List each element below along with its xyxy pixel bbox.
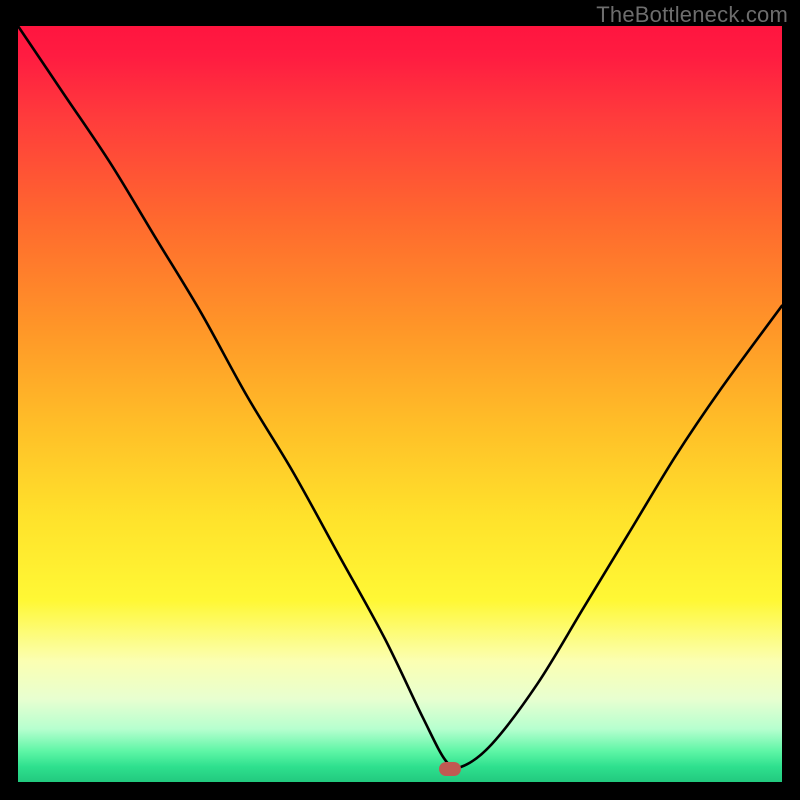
plot-area: [18, 26, 782, 782]
optimum-marker: [439, 762, 461, 776]
chart-frame: TheBottleneck.com: [0, 0, 800, 800]
bottleneck-curve: [18, 26, 782, 782]
watermark-text: TheBottleneck.com: [596, 2, 788, 28]
